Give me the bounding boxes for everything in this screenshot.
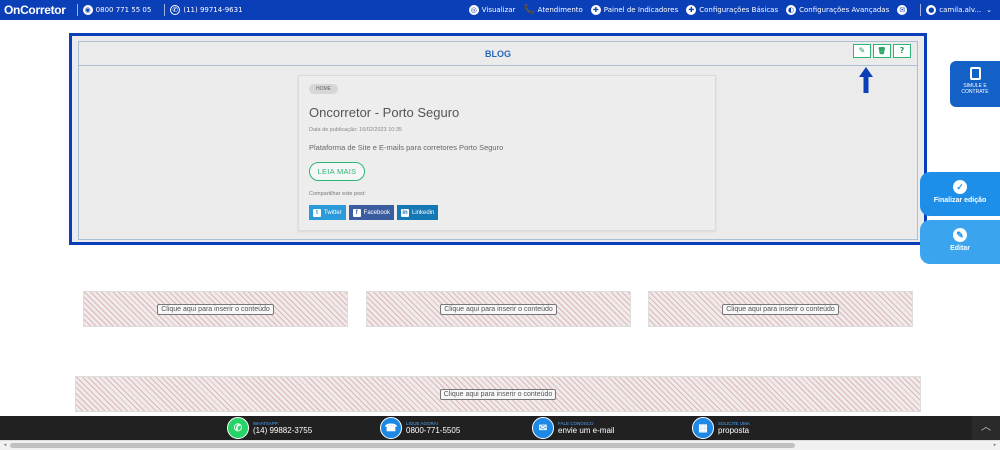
edit-section-button[interactable]: ✎ bbox=[853, 44, 871, 58]
user-name: camila.alv... bbox=[939, 6, 982, 14]
scroll-left-arrow-icon[interactable]: ◂ bbox=[0, 441, 10, 450]
whatsapp-icon: ✆ bbox=[227, 417, 249, 439]
share-label-twitter: Twitter bbox=[324, 209, 342, 216]
insert-content-label[interactable]: Clique aqui para inserir o conteúdo bbox=[439, 388, 557, 400]
footer-contact[interactable]: ✉ FALE CONOSCO envie um e-mail bbox=[532, 416, 614, 440]
menu-painel-indicadores[interactable]: ✚ Painel de Indicadores bbox=[590, 5, 679, 15]
advanced-settings-icon: ◐ bbox=[786, 5, 797, 15]
divider bbox=[164, 4, 166, 16]
read-more-button[interactable]: LEIA MAIS bbox=[309, 162, 365, 181]
footer-quote[interactable]: ▦ SOLICITE UMA proposta bbox=[692, 416, 750, 440]
blog-section-editor[interactable]: BLOG ✎ 🗑 ? HOME Oncorretor - Porto Segur… bbox=[69, 33, 927, 245]
share-buttons: t Twitter f Facebook in Linkedin bbox=[309, 205, 439, 220]
scroll-right-arrow-icon[interactable]: ▸ bbox=[990, 441, 1000, 450]
footer-call[interactable]: ☎ LIGUE AGORA! 0800-771-5505 bbox=[380, 416, 460, 440]
edit-button[interactable]: ✎ Editar bbox=[920, 220, 1000, 264]
twitter-icon: t bbox=[313, 208, 321, 217]
contact-footer-bar: ✆ WHATSAPP: (14) 99882-3755 ☎ LIGUE AGOR… bbox=[0, 416, 1000, 440]
finalize-label: Finalizar edição bbox=[933, 197, 987, 204]
chart-icon: ✚ bbox=[590, 5, 601, 15]
menu-label: Configurações Básicas bbox=[699, 6, 779, 14]
pencil-icon: ✎ bbox=[858, 46, 866, 55]
eye-icon: ◎ bbox=[468, 5, 479, 15]
share-label: Compartilhar este post: bbox=[309, 191, 366, 197]
phone-link[interactable]: ◉ 0800 771 55 05 bbox=[82, 5, 152, 15]
menu-atendimento[interactable]: 📞 Atendimento bbox=[523, 5, 582, 15]
mail-icon: ✉ bbox=[897, 5, 908, 15]
content-slot-3[interactable]: Clique aqui para inserir o conteúdo bbox=[648, 291, 913, 327]
post-description: Plataforma de Site e E-mails para corret… bbox=[309, 143, 504, 152]
blog-post-card: HOME Oncorretor - Porto Seguro Data de p… bbox=[298, 75, 716, 231]
user-menu[interactable]: ● camila.alv... ⌄ bbox=[926, 5, 992, 15]
menu-label: Configurações Avançadas bbox=[799, 6, 890, 14]
headset-icon: ◉ bbox=[82, 5, 93, 15]
footer-whatsapp-number: (14) 99882-3755 bbox=[253, 426, 313, 435]
menu-label: Painel de Indicadores bbox=[603, 6, 679, 14]
messages-button[interactable]: ✉ bbox=[897, 5, 908, 15]
edit-label: Editar bbox=[950, 245, 970, 252]
menu-configuracoes-avancadas[interactable]: ◐ Configurações Avançadas bbox=[786, 5, 889, 15]
linkedin-icon: in bbox=[401, 208, 410, 217]
share-label-linkedin: Linkedin bbox=[412, 209, 435, 216]
help-button[interactable]: ? bbox=[893, 44, 911, 58]
section-toolbar: ✎ 🗑 ? bbox=[853, 44, 911, 58]
footer-whatsapp[interactable]: ✆ WHATSAPP: (14) 99882-3755 bbox=[227, 416, 312, 440]
footer-quote-text: proposta bbox=[718, 426, 750, 435]
footer-contact-text: envie um e-mail bbox=[558, 426, 615, 435]
scroll-to-top-button[interactable]: ︿ bbox=[972, 416, 1000, 440]
facebook-share-button[interactable]: f Facebook bbox=[348, 205, 395, 220]
trash-icon: 🗑 bbox=[877, 47, 887, 55]
simule-label: SIMULE E CONTRATE bbox=[961, 83, 989, 95]
section-title: BLOG bbox=[79, 42, 917, 66]
blog-section-inner: BLOG ✎ 🗑 ? HOME Oncorretor - Porto Segur… bbox=[78, 41, 918, 240]
post-date: Data de publicação: 16/02/2023 10:35 bbox=[309, 127, 402, 133]
help-label: ? bbox=[899, 46, 905, 55]
whatsapp-link[interactable]: ✆ (11) 99714-9631 bbox=[170, 5, 243, 15]
edit-icon: ✎ bbox=[953, 228, 967, 242]
delete-section-button[interactable]: 🗑 bbox=[873, 44, 891, 58]
user-icon: ● bbox=[926, 5, 937, 15]
insert-content-label[interactable]: Clique aqui para inserir o conteúdo bbox=[440, 303, 557, 315]
mail-icon: ✉ bbox=[532, 417, 554, 439]
phone-icon: ☎ bbox=[380, 417, 402, 439]
footer-call-number: 0800-771-5505 bbox=[406, 426, 461, 435]
divider bbox=[920, 4, 922, 16]
menu-configuracoes-basicas[interactable]: ✚ Configurações Básicas bbox=[686, 5, 778, 15]
settings-icon: ✚ bbox=[686, 5, 697, 15]
insert-content-label[interactable]: Clique aqui para inserir o conteúdo bbox=[157, 303, 274, 315]
divider bbox=[76, 4, 78, 16]
insert-content-label[interactable]: Clique aqui para inserir o conteúdo bbox=[722, 303, 839, 315]
twitter-share-button[interactable]: t Twitter bbox=[309, 205, 346, 220]
share-label-facebook: Facebook bbox=[363, 209, 391, 216]
whatsapp-number: (11) 99714-9631 bbox=[183, 6, 243, 14]
check-icon: ✓ bbox=[953, 180, 967, 194]
clipboard-icon bbox=[969, 67, 981, 80]
menu-label: Atendimento bbox=[537, 6, 583, 14]
top-navigation-bar: OnCorretor ◉ 0800 771 55 05 ✆ (11) 99714… bbox=[0, 0, 1000, 20]
whatsapp-icon: ✆ bbox=[170, 5, 181, 15]
chevron-down-icon: ⌄ bbox=[986, 6, 992, 14]
phone-number: 0800 771 55 05 bbox=[95, 6, 152, 14]
brand-logo[interactable]: OnCorretor bbox=[0, 3, 72, 17]
menu-visualizar[interactable]: ◎ Visualizar bbox=[468, 5, 516, 15]
content-slot-wide[interactable]: Clique aqui para inserir o conteúdo bbox=[75, 376, 921, 412]
calculator-icon: ▦ bbox=[692, 417, 714, 439]
content-slot-2[interactable]: Clique aqui para inserir o conteúdo bbox=[366, 291, 631, 327]
phone-icon: 📞 bbox=[523, 5, 535, 15]
arrow-up-icon bbox=[859, 67, 873, 93]
linkedin-share-button[interactable]: in Linkedin bbox=[397, 205, 439, 220]
scrollbar-thumb[interactable] bbox=[10, 443, 795, 448]
post-title[interactable]: Oncorretor - Porto Seguro bbox=[309, 105, 459, 120]
topbar-menu: ◎ Visualizar 📞 Atendimento ✚ Painel de I… bbox=[468, 0, 1000, 20]
post-tag[interactable]: HOME bbox=[309, 84, 338, 94]
chevron-up-icon: ︿ bbox=[981, 422, 991, 433]
finalize-edit-button[interactable]: ✓ Finalizar edição bbox=[920, 172, 1000, 216]
content-slot-1[interactable]: Clique aqui para inserir o conteúdo bbox=[83, 291, 348, 327]
horizontal-scrollbar[interactable]: ◂ ▸ bbox=[0, 440, 1000, 450]
simule-contrate-tab[interactable]: SIMULE E CONTRATE bbox=[950, 61, 1000, 107]
facebook-icon: f bbox=[352, 208, 361, 217]
menu-label: Visualizar bbox=[481, 6, 516, 14]
